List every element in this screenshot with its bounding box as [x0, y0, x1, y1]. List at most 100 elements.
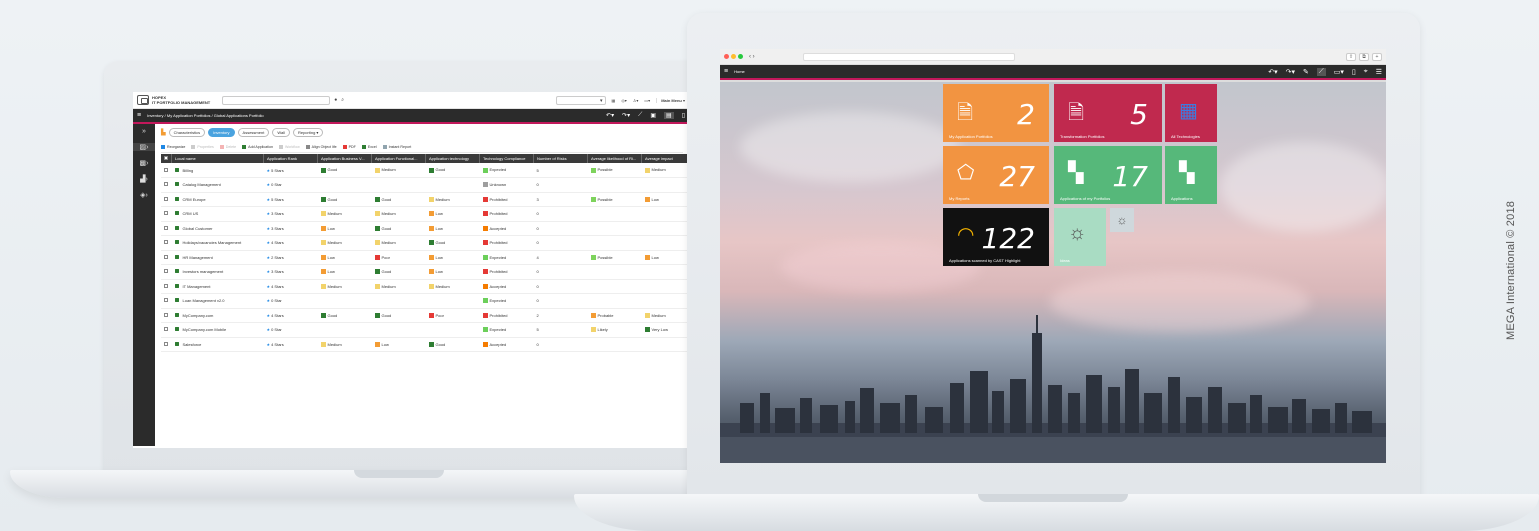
document-icon[interactable]: ▯ — [1352, 68, 1356, 76]
cell-local-name[interactable]: Salesforce — [171, 337, 264, 352]
cell-local-name[interactable]: MyCompany.com Mobile — [171, 322, 264, 338]
calendar-icon[interactable]: ▦ — [612, 98, 616, 103]
row-checkbox[interactable] — [161, 308, 172, 323]
row-checkbox[interactable] — [161, 337, 172, 352]
tab-assessment[interactable]: Assessment — [237, 128, 270, 137]
row-checkbox[interactable] — [161, 264, 172, 280]
hamburger-menu-icon[interactable]: ≡ — [137, 112, 141, 119]
edit-icon[interactable]: ▣ — [650, 112, 656, 119]
excel-button[interactable]: Excel — [361, 144, 377, 149]
add-idea-icon[interactable]: ☼ — [1110, 208, 1134, 232]
cell-local-name[interactable]: IT Management — [171, 279, 264, 294]
table-row[interactable]: Holidays/vacancies Management ★4 Stars Med… — [161, 235, 689, 251]
tile-transformation-portfolios[interactable]: 🗎 5 Transformation Portfolios — [1054, 84, 1162, 142]
select-all-checkbox[interactable] — [161, 154, 172, 163]
table-row[interactable]: CRM US ★3 Stars Medium Medium Low Prohibited 0 — [161, 206, 689, 222]
tile-my-application-portfolios[interactable]: 🗎 2 My Application Portfolios — [943, 84, 1049, 142]
desktop-icon[interactable]: ▤ — [664, 112, 674, 119]
table-row[interactable]: Global Customer ★3 Stars Low Good Low Accepte… — [161, 221, 689, 236]
search-icon[interactable]: ⌕ — [341, 97, 344, 103]
row-checkbox[interactable] — [161, 279, 172, 294]
row-checkbox[interactable] — [161, 177, 172, 193]
col-functional[interactable]: Application Functional... — [371, 154, 426, 163]
list-icon[interactable]: ☰ — [1376, 68, 1382, 76]
table-row[interactable]: Billing ★5 Stars Good Medium Good Expected 5 Po… — [161, 163, 689, 178]
properties-button[interactable]: Properties — [191, 144, 214, 149]
tile-my-reports[interactable]: ⬠ 27 My Reports — [943, 146, 1049, 204]
activity-icon[interactable]: ⟋ — [1316, 67, 1326, 76]
notifications-icon[interactable]: ◎▾ — [621, 98, 627, 103]
tabs-icon[interactable]: ⧉ — [1359, 52, 1369, 61]
desktop-icon[interactable]: ▭▾ — [1334, 68, 1344, 76]
tab-characteristics[interactable]: Characteristics — [168, 128, 206, 137]
maximize-window-icon[interactable] — [738, 54, 743, 59]
table-row[interactable]: Loan Management v2.0 ★0 Star Expected 0 — [161, 293, 689, 309]
chart-icon[interactable]: ▟› — [140, 175, 148, 183]
activity-icon[interactable]: ⟋ — [638, 112, 642, 119]
table-row[interactable]: Investors management ★3 Stars Low Good Low Pr… — [161, 264, 689, 280]
search-input[interactable] — [222, 95, 331, 105]
col-technology[interactable]: Application technology — [425, 154, 480, 163]
table-row[interactable]: Catalog Management ★0 Star Unknown 0 — [161, 177, 689, 193]
align-object-life-button[interactable]: Align Object life — [305, 144, 337, 149]
col-local-name[interactable]: Local name — [171, 154, 264, 163]
row-checkbox[interactable] — [161, 192, 172, 207]
main-menu-button[interactable]: Main Menu ▾ — [656, 97, 685, 103]
back-forward-icon[interactable]: ‹ › — [749, 54, 755, 60]
table-row[interactable]: IT Management ★4 Stars Medium Medium Medium A… — [161, 279, 689, 294]
cell-local-name[interactable]: Global Customer — [171, 221, 264, 236]
cell-local-name[interactable]: Holidays/vacancies Management — [171, 235, 264, 251]
document-icon[interactable]: ▯ — [682, 112, 685, 119]
reorganize-button[interactable]: Reorganize — [161, 144, 185, 149]
row-checkbox[interactable] — [161, 235, 172, 251]
row-checkbox[interactable] — [161, 163, 172, 178]
tab-inventory[interactable]: Inventory — [208, 128, 235, 137]
context-select[interactable]: ▾ — [555, 95, 606, 105]
col-avg-likelihood[interactable]: Average likelihood of Ri... — [587, 154, 642, 163]
collapse-icon[interactable]: » — [142, 128, 146, 135]
col-number-of-risks[interactable]: Number of Risks — [533, 154, 588, 163]
redo-icon[interactable]: ↷▾ — [622, 112, 630, 119]
new-tab-icon[interactable]: + — [1372, 52, 1382, 61]
cell-local-name[interactable]: MyCompany.com — [171, 308, 264, 323]
cell-local-name[interactable]: Loan Management v2.0 — [171, 293, 264, 309]
table-row[interactable]: MyCompany.com Mobile ★0 Star Expected 5 Like… — [161, 322, 689, 338]
row-checkbox[interactable] — [161, 221, 172, 236]
home-label[interactable]: Home — [734, 69, 745, 74]
table-row[interactable]: Salesforce ★4 Stars Medium Low Good Accepted 0 — [161, 337, 689, 352]
row-checkbox[interactable] — [161, 206, 172, 222]
tile-ideas[interactable]: ☼ Ideas — [1054, 208, 1106, 266]
cell-local-name[interactable]: CRM Europe — [171, 192, 264, 207]
table-row[interactable]: HR Management ★2 Stars Low Poor Low Expected 4… — [161, 250, 689, 265]
tile-applications[interactable]: ▚ Applications — [1165, 146, 1217, 204]
undo-icon[interactable]: ↶▾ — [606, 112, 614, 119]
col-tech-compliance[interactable]: Technology Compliance — [479, 154, 534, 163]
tab-wall[interactable]: Wall — [272, 128, 290, 137]
cell-local-name[interactable]: CRM US — [171, 206, 264, 222]
user-icon[interactable]: ♙▾ — [633, 98, 639, 103]
redo-icon[interactable]: ↷▾ — [1286, 68, 1295, 76]
edit-icon[interactable]: ✎ — [1303, 68, 1309, 76]
tile-applications-scanned-by-cast-highlight[interactable]: ◠ 122 Applications scanned by CAST Highlig… — [943, 208, 1049, 266]
table-row[interactable]: CRM Europe ★5 Stars Good Good Medium Prohibit… — [161, 192, 689, 207]
row-checkbox[interactable] — [161, 322, 172, 338]
breadcrumb[interactable]: Inventory / My Application Portfolios / … — [147, 113, 264, 118]
close-window-icon[interactable] — [724, 54, 729, 59]
share-icon[interactable]: ⇧ — [1346, 52, 1356, 61]
address-bar[interactable] — [802, 52, 1015, 61]
delete-button[interactable]: Delete — [219, 144, 236, 149]
col-application-rank[interactable]: Application Rank — [263, 154, 318, 163]
col-business-value[interactable]: Application Business V... — [317, 154, 372, 163]
window-icon[interactable]: ▭▾ — [644, 98, 650, 103]
tile-applications-of-my-portfolios[interactable]: ▚ 17 Applications of my Portfolios — [1054, 146, 1162, 204]
workflow-button[interactable]: Workflow — [278, 144, 300, 149]
diagram-icon[interactable]: ▩› — [140, 159, 149, 167]
pdf-button[interactable]: PDF — [342, 144, 356, 149]
col-avg-impact[interactable]: Average impact — [641, 154, 689, 163]
instant-report-button[interactable]: Instant Report — [382, 144, 411, 149]
portfolio-icon[interactable]: ▨› — [133, 143, 155, 151]
cell-local-name[interactable]: Catalog Management — [171, 177, 264, 193]
tab-reporting[interactable]: Reporting ▾ — [292, 128, 324, 137]
row-checkbox[interactable] — [161, 293, 172, 309]
cube-icon[interactable]: ◈› — [140, 191, 148, 199]
